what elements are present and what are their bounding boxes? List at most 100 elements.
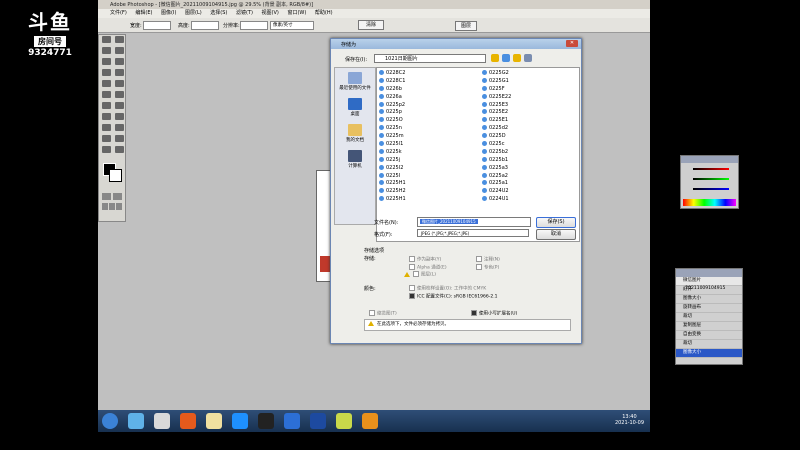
file-item[interactable]: 0225c [482,141,511,149]
filename-input[interactable]: 微信图片_20211009104915 [417,217,531,227]
alpha-channels-checkbox[interactable]: Alpha 通道(E) [409,264,447,271]
resolution-input[interactable] [240,21,268,30]
icc-profile-checkbox[interactable]: ICC 配置文件(C): sRGB IEC61966-2.1 [409,293,498,300]
file-item[interactable]: 0225G2 [482,70,511,78]
qq-icon[interactable] [258,413,274,429]
zoom-tool-icon[interactable] [115,146,124,153]
start-button-icon[interactable] [102,413,118,429]
menu-image[interactable]: 图像(I) [161,10,176,16]
file-item[interactable]: 0225D [482,133,511,141]
history-item[interactable]: 复制图层 [676,322,742,331]
history-item[interactable]: 自由变换 [676,331,742,340]
menu-select[interactable]: 选择(S) [210,10,227,16]
shape-tool-icon[interactable] [115,124,124,131]
cancel-button[interactable]: 取消 [536,229,576,240]
clear-button[interactable]: 清除 [358,20,384,30]
history-item-selected[interactable]: 图像大小 [676,349,742,358]
history-panel-tabs[interactable] [676,269,742,277]
close-icon[interactable]: ✕ [566,40,578,47]
file-item[interactable]: 0225E1 [482,117,511,125]
width-input[interactable] [143,21,171,30]
new-folder-icon[interactable] [513,54,521,62]
file-item[interactable]: 0225a1 [482,180,511,188]
save-in-select[interactable]: 1021日期图片 [374,54,486,63]
file-item[interactable]: 0225a3 [482,164,511,173]
notes-icon[interactable] [362,413,378,429]
height-input[interactable] [191,21,219,30]
gradient-tool-icon[interactable] [115,91,124,98]
green-slider[interactable] [693,178,729,180]
file-item[interactable]: 0225O [379,117,406,125]
red-slider[interactable] [693,168,729,170]
crop-tool-icon[interactable] [102,58,111,65]
screen-mode-1-icon[interactable] [102,203,108,210]
menu-window[interactable]: 窗口(W) [287,10,306,16]
file-item[interactable]: 0225l1 [379,141,406,149]
history-item[interactable]: 裁切 [676,313,742,322]
menu-help[interactable]: 帮助(H) [315,10,333,16]
file-item[interactable]: 0224U2 [482,188,511,196]
menu-view[interactable]: 视图(V) [262,10,279,16]
menu-filter[interactable]: 滤镜(T) [236,10,253,16]
ie-icon[interactable] [232,413,248,429]
file-item[interactable]: 0225b2 [482,148,511,157]
lowercase-extension-checkbox[interactable]: 使用小写扩展名(U) [471,310,517,317]
eraser-tool-icon[interactable] [102,91,111,98]
stamp-tool-icon[interactable] [102,80,111,87]
save-button[interactable]: 保存(S) [536,217,576,228]
app-icon[interactable] [154,413,170,429]
history-item[interactable]: 图像大小 [676,295,742,304]
back-icon[interactable] [491,54,499,62]
color-panel-tabs[interactable] [681,156,738,163]
proof-setup-checkbox[interactable]: 使用校样设置(O): 工作中的 CMYK [409,285,486,292]
file-item[interactable]: 0225n [379,125,406,133]
file-item[interactable]: 0225E3 [482,101,511,110]
path-select-icon[interactable] [102,113,111,120]
lasso-tool-icon[interactable] [102,47,111,54]
quickmask-mode-icon[interactable] [113,193,122,200]
photoshop-icon[interactable] [310,413,326,429]
file-item[interactable]: 0225E22 [482,93,511,102]
browser-2-icon[interactable] [180,413,196,429]
layers-checkbox[interactable]: 图层(L) [401,271,436,278]
file-item[interactable]: 0225H1 [379,180,406,188]
file-item[interactable]: 0225F [482,85,511,94]
format-select[interactable]: JPEG (*.JPG;*.JPEG;*.JPE) [417,229,529,237]
chat-icon[interactable] [336,413,352,429]
file-item[interactable]: 0225H1 [379,196,406,204]
file-manager-icon[interactable] [206,413,222,429]
file-item[interactable]: 0225E2 [482,109,511,117]
move-tool-icon[interactable] [115,36,124,43]
file-item[interactable]: 0225I2 [379,164,406,173]
file-item[interactable]: 0225p [379,109,406,117]
as-copy-checkbox[interactable]: 作为副本(Y) [409,256,441,263]
place-documents[interactable]: 我的文档 [335,124,375,143]
hand-tool-icon[interactable] [102,146,111,153]
slice-tool-icon[interactable] [115,58,124,65]
file-item[interactable]: 0225a2 [482,172,511,181]
eyedropper-icon[interactable] [115,135,124,142]
type-tool-icon[interactable] [115,113,124,120]
place-recent[interactable]: 最近使用的文件 [335,72,375,91]
annotations-checkbox[interactable]: 注释(N) [476,256,500,263]
history-brush-icon[interactable] [115,80,124,87]
screen-mode-3-icon[interactable] [116,203,122,210]
screen-mode-2-icon[interactable] [109,203,115,210]
history-item[interactable]: 旋转画布 [676,304,742,313]
menu-layer[interactable]: 图层(L) [185,10,202,16]
layers-tab[interactable]: 图层 [455,21,477,31]
healing-brush-icon[interactable] [102,69,111,76]
up-folder-icon[interactable] [502,54,510,62]
file-item[interactable]: 0228C1 [379,77,406,86]
history-item[interactable]: 裁切 [676,340,742,349]
menu-file[interactable]: 文件(F) [110,10,127,16]
dodge-tool-icon[interactable] [115,102,124,109]
marquee-tool-icon[interactable] [102,36,111,43]
file-item[interactable]: 0225I [379,172,406,181]
file-item[interactable]: 0226b [379,85,406,94]
file-item[interactable]: 0225j [379,156,406,165]
background-color-swatch[interactable] [109,169,122,182]
color-ramp[interactable] [683,199,736,206]
file-item[interactable]: 0224U1 [482,196,511,204]
file-item[interactable]: 0225p2 [379,101,406,110]
